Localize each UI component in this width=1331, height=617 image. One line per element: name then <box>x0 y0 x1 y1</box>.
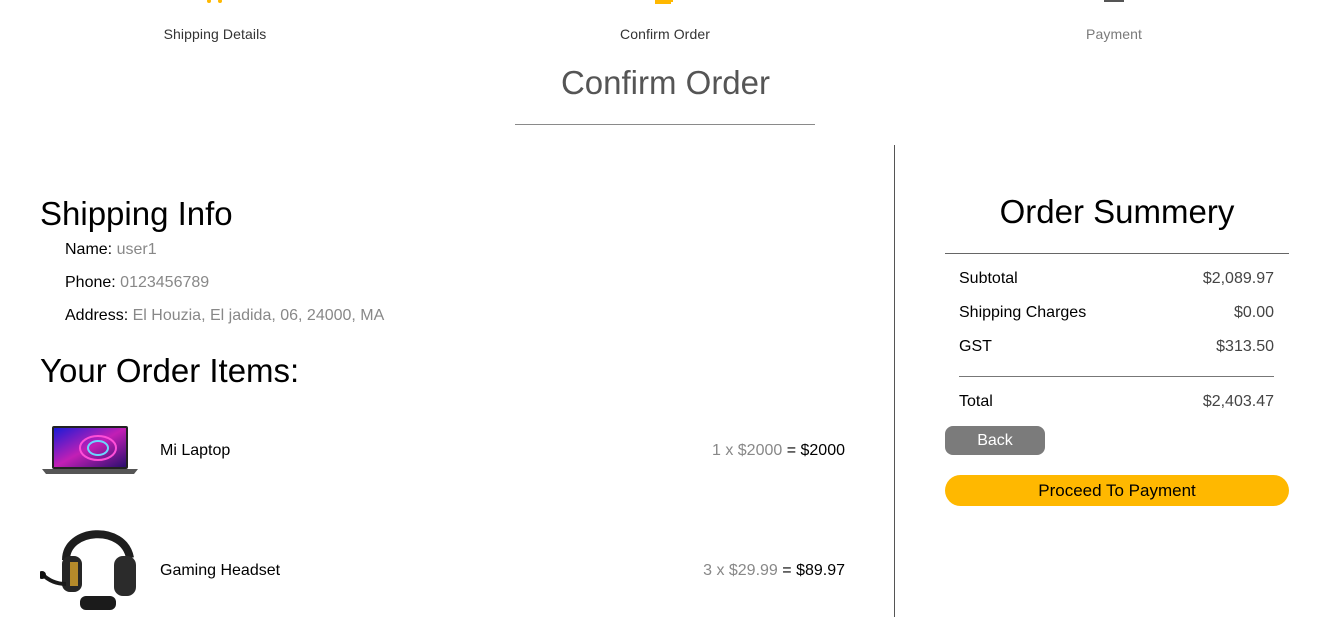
phone-label: Phone: <box>65 274 116 291</box>
order-item: Gaming Headset 3 x $29.99 = $89.97 <box>40 518 845 617</box>
proceed-to-payment-button[interactable]: Proceed To Payment <box>945 475 1289 506</box>
summary-label: Shipping Charges <box>959 304 1087 321</box>
item-name[interactable]: Mi Laptop <box>160 442 230 460</box>
summary-row-gst: GST $313.50 <box>959 338 1274 356</box>
summary-label: GST <box>959 338 992 355</box>
item-price: 3 x $29.99 = $89.97 <box>703 562 845 580</box>
summary-label: Subtotal <box>959 270 1018 287</box>
order-item: Mi Laptop 1 x $2000 = $2000 <box>40 402 845 502</box>
shipping-phone-row: Phone: 0123456789 <box>65 274 209 292</box>
total-divider <box>959 376 1274 377</box>
summary-value: $313.50 <box>1216 338 1274 355</box>
library-books-icon <box>655 0 673 4</box>
summary-value: $2,089.97 <box>1202 270 1274 287</box>
item-price: 1 x $2000 = $2000 <box>712 442 845 460</box>
item-total: $2000 <box>800 442 846 459</box>
shipping-address-row: Address: El Houzia, El jadida, 06, 24000… <box>65 307 384 325</box>
headset-image <box>40 530 136 610</box>
confirm-order-page: Shipping Details Confirm Order Payment C… <box>0 0 1331 617</box>
bank-icon <box>1104 0 1124 2</box>
column-divider <box>894 145 895 617</box>
order-summary-heading: Order Summery <box>999 193 1235 230</box>
summary-row-total: Total $2,403.47 <box>959 393 1274 411</box>
item-name[interactable]: Gaming Headset <box>160 562 280 580</box>
total-value: $2,403.47 <box>1202 393 1274 410</box>
summary-row-subtotal: Subtotal $2,089.97 <box>959 270 1274 288</box>
step-label: Shipping Details <box>163 26 267 42</box>
item-qty-price: 1 x $2000 <box>711 442 783 459</box>
back-button[interactable]: Back <box>945 426 1045 455</box>
page-title: Confirm Order <box>560 64 771 101</box>
truck-icon <box>207 0 222 3</box>
shipping-info-heading: Shipping Info <box>40 195 233 232</box>
summary-row-shipping: Shipping Charges $0.00 <box>959 304 1274 322</box>
name-value: user1 <box>116 241 157 258</box>
order-items-heading: Your Order Items: <box>40 352 300 389</box>
item-qty-price: 3 x $29.99 <box>703 562 778 579</box>
name-label: Name: <box>65 241 113 258</box>
item-total: $89.97 <box>796 562 845 579</box>
total-label: Total <box>959 393 993 410</box>
address-label: Address: <box>65 307 129 324</box>
summary-value: $0.00 <box>1233 304 1274 321</box>
step-label: Confirm Order <box>620 26 710 42</box>
summary-divider <box>945 253 1289 254</box>
step-label: Payment <box>1086 26 1142 42</box>
item-equals: = <box>777 562 797 579</box>
address-value: El Houzia, El jadida, 06, 24000, MA <box>132 307 385 324</box>
item-equals: = <box>782 442 801 459</box>
laptop-image <box>42 426 138 474</box>
title-divider <box>515 124 815 125</box>
phone-value: 0123456789 <box>120 274 210 291</box>
shipping-name-row: Name: user1 <box>65 241 157 259</box>
